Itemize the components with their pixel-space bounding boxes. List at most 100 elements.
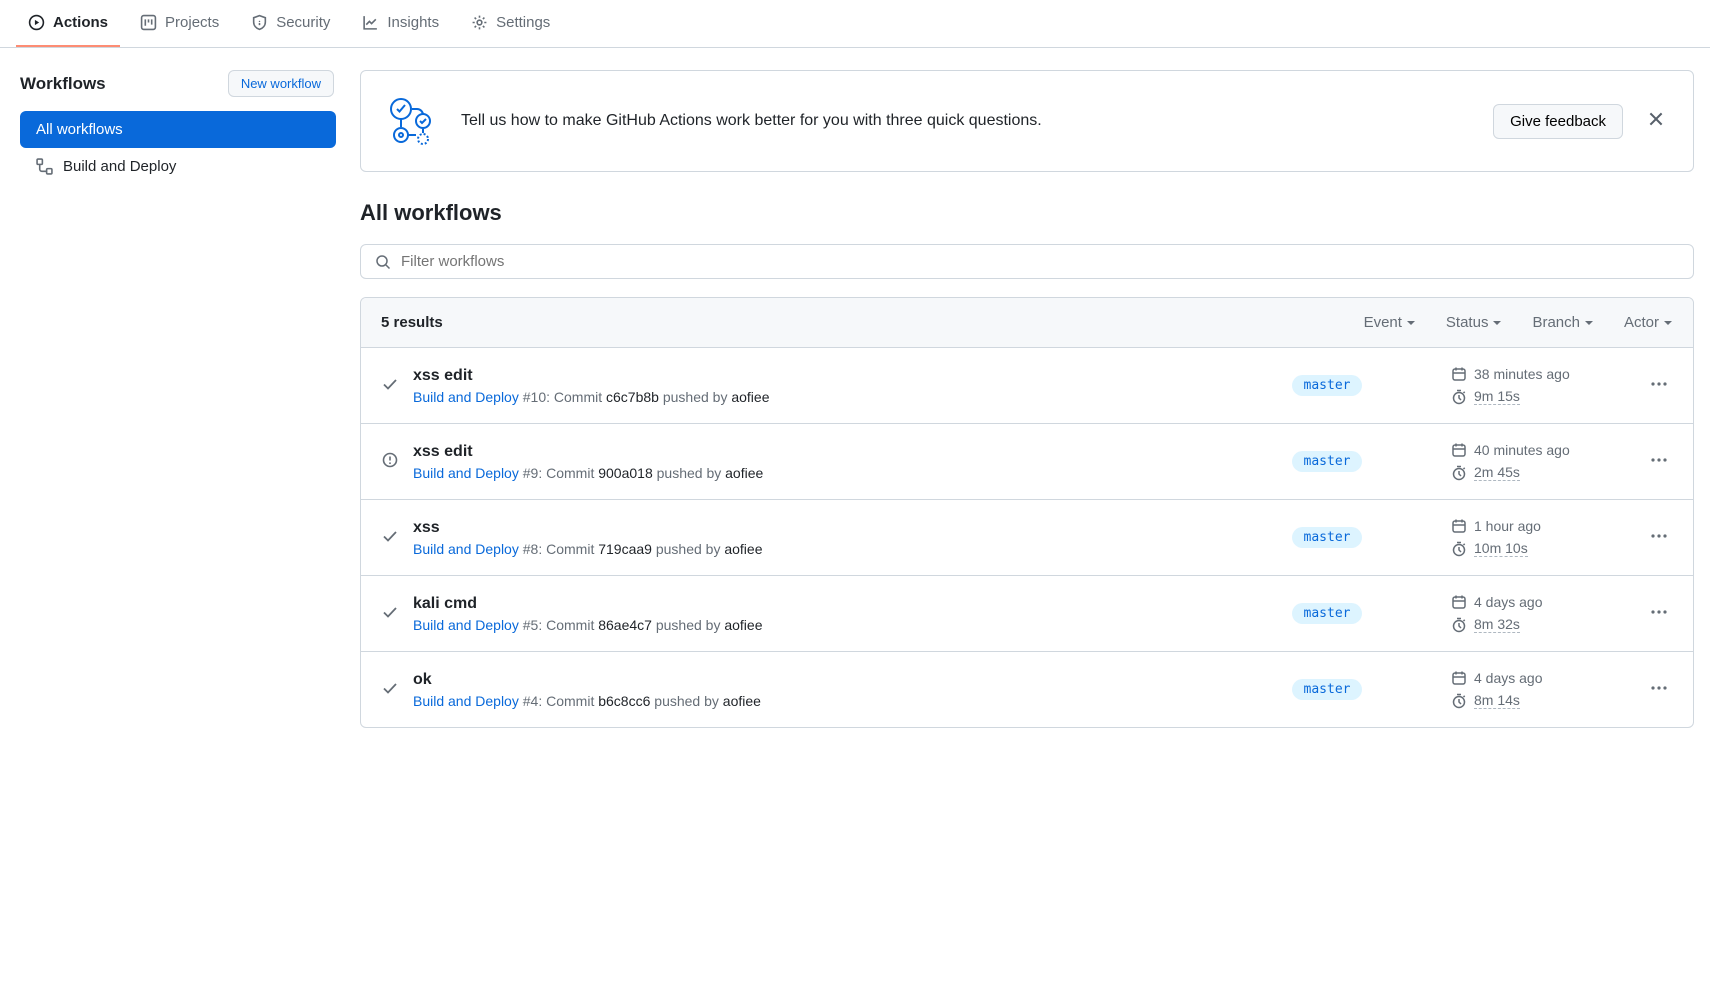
sidebar-title: Workflows <box>20 74 106 94</box>
play-circle-icon <box>28 14 45 31</box>
filter-label: Status <box>1446 314 1489 331</box>
kebab-icon <box>1649 376 1669 392</box>
run-duration: 8m 14s <box>1474 692 1520 709</box>
kebab-icon <box>1649 680 1669 696</box>
filter-label: Actor <box>1624 314 1659 331</box>
run-pushed-by-text: pushed by <box>650 693 722 709</box>
page-title: All workflows <box>360 200 1694 226</box>
run-actor[interactable]: aofiee <box>723 693 761 709</box>
run-actor[interactable]: aofiee <box>724 541 762 557</box>
tab-actions[interactable]: Actions <box>16 0 120 47</box>
run-number: #10: <box>523 389 554 405</box>
main-content: Tell us how to make GitHub Actions work … <box>360 70 1694 728</box>
branch-tag[interactable]: master <box>1292 451 1363 472</box>
run-main: xss edit Build and Deploy #9: Commit 900… <box>413 443 1203 481</box>
run-menu-button[interactable] <box>1645 448 1673 475</box>
run-actor[interactable]: aofiee <box>731 389 769 405</box>
kebab-icon <box>1649 452 1669 468</box>
run-commit: b6c8cc6 <box>598 693 650 709</box>
run-commit: 900a018 <box>598 465 653 481</box>
run-commit-prefix: Commit <box>554 389 606 405</box>
run-pushed-by-text: pushed by <box>653 465 725 481</box>
sidebar-item-label: Build and Deploy <box>63 158 176 175</box>
runs-list: xss edit Build and Deploy #10: Commit c6… <box>361 348 1693 727</box>
run-workflow-name[interactable]: Build and Deploy <box>413 617 519 633</box>
kebab-icon <box>1649 528 1669 544</box>
workflow-run-row[interactable]: xss edit Build and Deploy #9: Commit 900… <box>361 424 1693 500</box>
caret-down-icon <box>1406 318 1416 328</box>
run-menu-button[interactable] <box>1645 600 1673 627</box>
filter-workflows-field[interactable] <box>360 244 1694 279</box>
stopwatch-icon <box>1451 389 1467 405</box>
workflow-run-row[interactable]: kali cmd Build and Deploy #5: Commit 86a… <box>361 576 1693 652</box>
run-title[interactable]: xss edit <box>413 367 1203 385</box>
run-title[interactable]: ok <box>413 671 1203 689</box>
run-duration: 9m 15s <box>1474 388 1520 405</box>
workflow-run-row[interactable]: ok Build and Deploy #4: Commit b6c8cc6 p… <box>361 652 1693 727</box>
workflow-run-row[interactable]: xss edit Build and Deploy #10: Commit c6… <box>361 348 1693 424</box>
graph-icon <box>362 14 379 31</box>
tab-settings[interactable]: Settings <box>459 0 562 47</box>
caret-down-icon <box>1492 318 1502 328</box>
run-duration: 2m 45s <box>1474 464 1520 481</box>
run-workflow-name[interactable]: Build and Deploy <box>413 465 519 481</box>
run-status-icon <box>381 680 399 699</box>
filter-branch[interactable]: Branch <box>1532 314 1594 331</box>
run-workflow-name[interactable]: Build and Deploy <box>413 541 519 557</box>
workflow-icon <box>36 158 53 175</box>
run-menu-button[interactable] <box>1645 372 1673 399</box>
tab-label: Projects <box>165 14 219 31</box>
run-workflow-name[interactable]: Build and Deploy <box>413 389 519 405</box>
sidebar-all-workflows[interactable]: All workflows <box>20 111 336 148</box>
run-menu-button[interactable] <box>1645 524 1673 551</box>
sidebar-build-and-deploy[interactable]: Build and Deploy <box>20 148 336 185</box>
branch-tag[interactable]: master <box>1292 603 1363 624</box>
banner-close-button[interactable] <box>1643 106 1669 136</box>
run-number: #4: <box>523 693 546 709</box>
new-workflow-button[interactable]: New workflow <box>228 70 334 97</box>
close-icon <box>1647 110 1665 128</box>
run-subtitle: Build and Deploy #4: Commit b6c8cc6 push… <box>413 693 1203 709</box>
run-title[interactable]: kali cmd <box>413 595 1203 613</box>
tab-insights[interactable]: Insights <box>350 0 451 47</box>
run-actor[interactable]: aofiee <box>724 617 762 633</box>
stopwatch-icon <box>1451 541 1467 557</box>
filter-actor[interactable]: Actor <box>1624 314 1673 331</box>
search-icon <box>375 254 391 270</box>
filter-event[interactable]: Event <box>1364 314 1416 331</box>
run-workflow-name[interactable]: Build and Deploy <box>413 693 519 709</box>
branch-tag[interactable]: master <box>1292 527 1363 548</box>
run-menu-button[interactable] <box>1645 676 1673 703</box>
branch-tag[interactable]: master <box>1292 375 1363 396</box>
run-commit: c6c7b8b <box>606 389 659 405</box>
tab-label: Actions <box>53 14 108 31</box>
run-branch-col: master <box>1217 603 1437 624</box>
branch-tag[interactable]: master <box>1292 679 1363 700</box>
run-number: #8: <box>523 541 546 557</box>
run-status-icon <box>381 604 399 623</box>
run-main: ok Build and Deploy #4: Commit b6c8cc6 p… <box>413 671 1203 709</box>
caret-down-icon <box>1584 318 1594 328</box>
run-duration: 8m 32s <box>1474 616 1520 633</box>
run-main: kali cmd Build and Deploy #5: Commit 86a… <box>413 595 1203 633</box>
run-time-ago: 1 hour ago <box>1474 518 1541 534</box>
tab-security[interactable]: Security <box>239 0 342 47</box>
run-title[interactable]: xss edit <box>413 443 1203 461</box>
tab-label: Insights <box>387 14 439 31</box>
run-status-icon <box>381 376 399 395</box>
run-status-icon <box>381 528 399 547</box>
stopwatch-icon <box>1451 465 1467 481</box>
run-branch-col: master <box>1217 679 1437 700</box>
give-feedback-button[interactable]: Give feedback <box>1493 104 1623 139</box>
filter-workflows-input[interactable] <box>401 253 1679 270</box>
run-actor[interactable]: aofiee <box>725 465 763 481</box>
workflow-run-row[interactable]: xss Build and Deploy #8: Commit 719caa9 … <box>361 500 1693 576</box>
run-title[interactable]: xss <box>413 519 1203 537</box>
calendar-icon <box>1451 442 1467 458</box>
tab-projects[interactable]: Projects <box>128 0 231 47</box>
feedback-banner: Tell us how to make GitHub Actions work … <box>360 70 1694 172</box>
filter-status[interactable]: Status <box>1446 314 1503 331</box>
run-subtitle: Build and Deploy #8: Commit 719caa9 push… <box>413 541 1203 557</box>
run-commit-prefix: Commit <box>546 693 598 709</box>
run-branch-col: master <box>1217 451 1437 472</box>
